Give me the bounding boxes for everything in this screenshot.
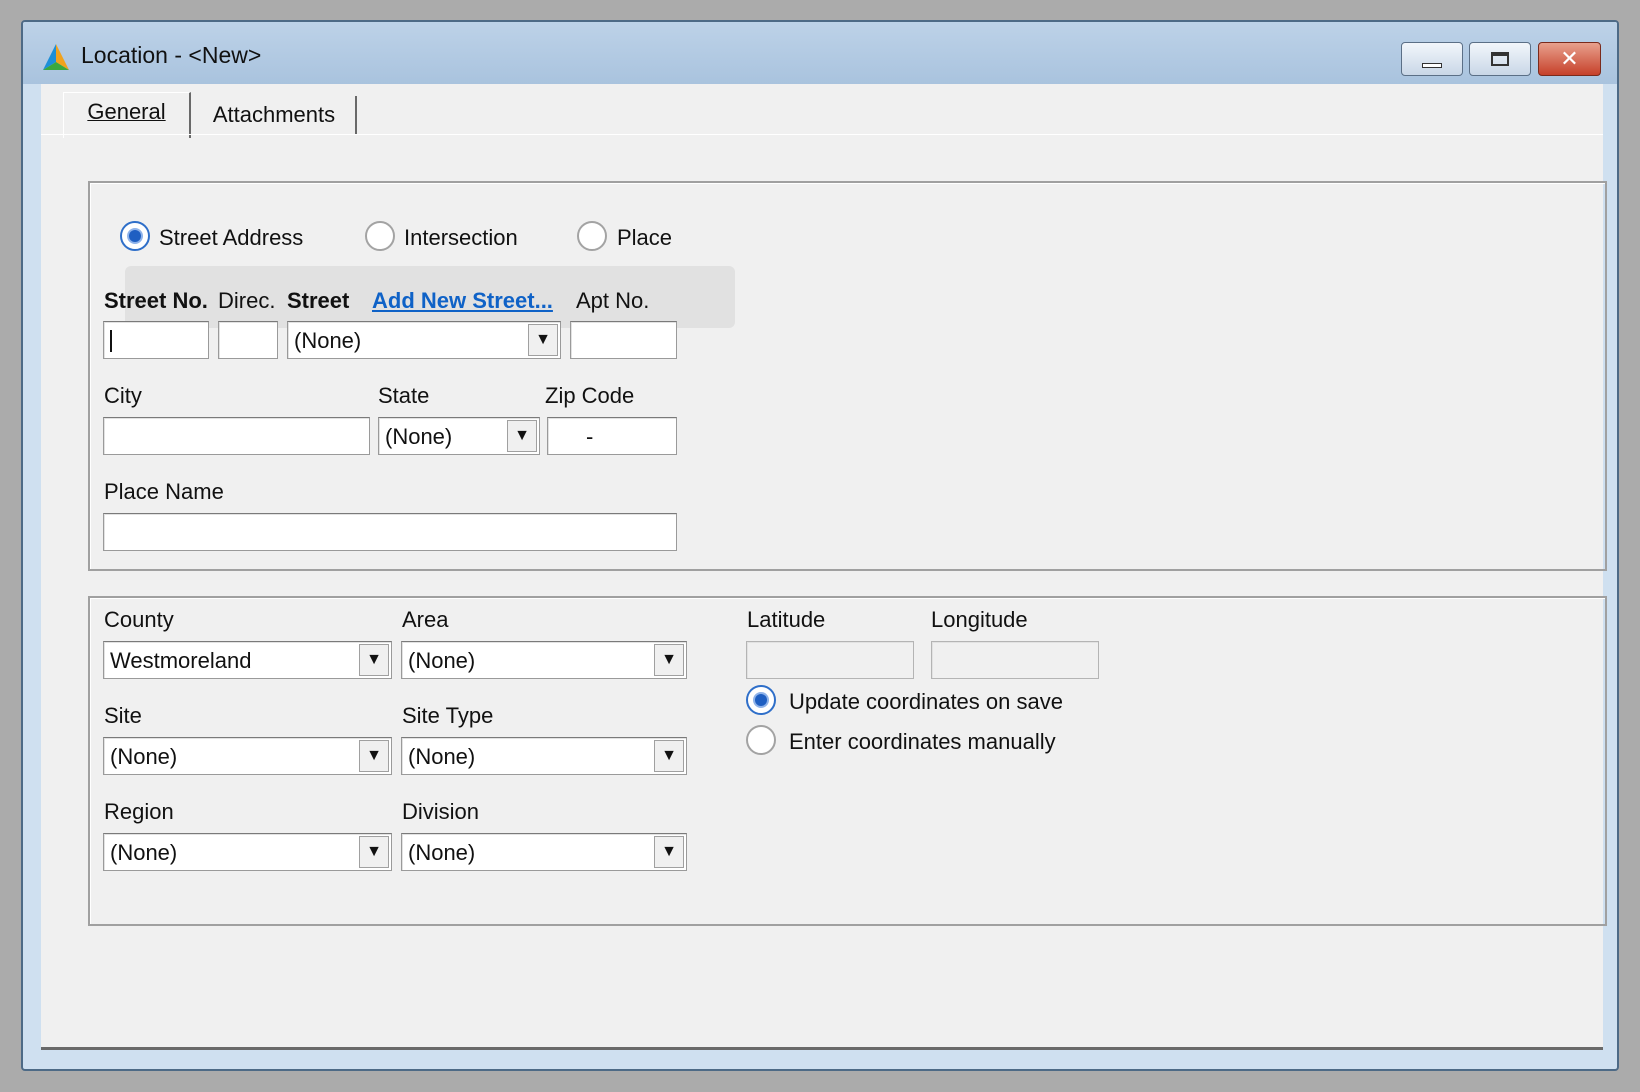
latitude-label: Latitude — [747, 607, 826, 632]
radio-street-address[interactable] — [120, 221, 150, 251]
tab-general[interactable]: General — [63, 92, 191, 138]
site-type-select-value: (None) — [408, 744, 476, 769]
app-logo-icon — [43, 44, 69, 70]
area-select-value: (None) — [408, 648, 476, 673]
latitude-input[interactable] — [746, 641, 914, 679]
tab-divider — [41, 134, 1603, 136]
division-select-value: (None) — [408, 840, 476, 865]
close-button[interactable]: ✕ — [1538, 42, 1601, 76]
city-label: City — [104, 383, 142, 408]
zip-code-value: - — [586, 424, 594, 449]
county-label: County — [104, 607, 174, 632]
chevron-down-icon[interactable]: ▼ — [359, 644, 389, 676]
state-label: State — [378, 383, 430, 408]
close-icon: ✕ — [1560, 46, 1579, 71]
zip-code-input[interactable]: - — [547, 417, 677, 455]
division-label: Division — [402, 799, 480, 824]
street-select[interactable]: (None) ▼ — [287, 321, 561, 359]
tab-strip: General Attachments — [41, 84, 1603, 138]
region-select[interactable]: (None) ▼ — [103, 833, 392, 871]
radio-update-coordinates-label[interactable]: Update coordinates on save — [789, 689, 1063, 715]
minimize-icon — [1422, 62, 1442, 68]
county-select-value: Westmoreland — [110, 648, 252, 673]
longitude-label: Longitude — [931, 607, 1028, 632]
maximize-button[interactable] — [1469, 42, 1531, 76]
chevron-down-icon[interactable]: ▼ — [654, 836, 684, 868]
chevron-down-icon[interactable]: ▼ — [654, 644, 684, 676]
area-select[interactable]: (None) ▼ — [401, 641, 687, 679]
minimize-button[interactable] — [1401, 42, 1463, 76]
direction-input[interactable] — [218, 321, 278, 359]
site-type-select[interactable]: (None) ▼ — [401, 737, 687, 775]
radio-intersection[interactable] — [365, 221, 395, 251]
county-select[interactable]: Westmoreland ▼ — [103, 641, 392, 679]
add-new-street-link[interactable]: Add New Street... — [372, 288, 553, 314]
region-label: Region — [104, 799, 174, 824]
radio-update-coordinates[interactable] — [746, 685, 776, 715]
chevron-down-icon[interactable]: ▼ — [359, 740, 389, 772]
site-select[interactable]: (None) ▼ — [103, 737, 392, 775]
city-input[interactable] — [103, 417, 370, 455]
radio-intersection-label[interactable]: Intersection — [404, 225, 518, 251]
radio-street-address-label[interactable]: Street Address — [159, 225, 303, 251]
street-no-input[interactable] — [103, 321, 209, 359]
chevron-down-icon[interactable]: ▼ — [654, 740, 684, 772]
chevron-down-icon[interactable]: ▼ — [359, 836, 389, 868]
chevron-down-icon[interactable]: ▼ — [507, 420, 537, 452]
radio-place[interactable] — [577, 221, 607, 251]
apt-no-input[interactable] — [570, 321, 677, 359]
area-label: Area — [402, 607, 449, 632]
place-name-label: Place Name — [104, 479, 224, 504]
location-window: Location - <New> ✕ General Attachments S… — [21, 20, 1619, 1071]
site-label: Site — [104, 703, 142, 728]
radio-enter-manually-label[interactable]: Enter coordinates manually — [789, 729, 1056, 755]
division-select[interactable]: (None) ▼ — [401, 833, 687, 871]
zip-code-label: Zip Code — [545, 383, 635, 408]
street-no-label: Street No. — [104, 288, 208, 313]
radio-enter-manually[interactable] — [746, 725, 776, 755]
title-bar[interactable]: Location - <New> ✕ — [23, 22, 1617, 84]
region-select-value: (None) — [110, 840, 178, 865]
street-select-value: (None) — [294, 328, 362, 353]
chevron-down-icon[interactable]: ▼ — [528, 324, 558, 356]
text-caret — [110, 330, 112, 352]
window-title: Location - <New> — [81, 42, 262, 68]
place-name-input[interactable] — [103, 513, 677, 551]
client-area: General Attachments Street Address Inter… — [41, 84, 1607, 1050]
tab-attachments[interactable]: Attachments — [193, 96, 357, 134]
radio-place-label[interactable]: Place — [617, 225, 672, 251]
street-label: Street — [287, 288, 350, 313]
tab-attachments-label: Attachments — [212, 102, 336, 127]
site-select-value: (None) — [110, 744, 178, 769]
maximize-icon — [1491, 52, 1509, 66]
apt-no-label: Apt No. — [576, 288, 650, 313]
state-select[interactable]: (None) ▼ — [378, 417, 540, 455]
direc-label: Direc. — [218, 288, 276, 313]
site-type-label: Site Type — [402, 703, 494, 728]
state-select-value: (None) — [385, 424, 453, 449]
tab-general-label: General — [87, 99, 166, 124]
longitude-input[interactable] — [931, 641, 1099, 679]
